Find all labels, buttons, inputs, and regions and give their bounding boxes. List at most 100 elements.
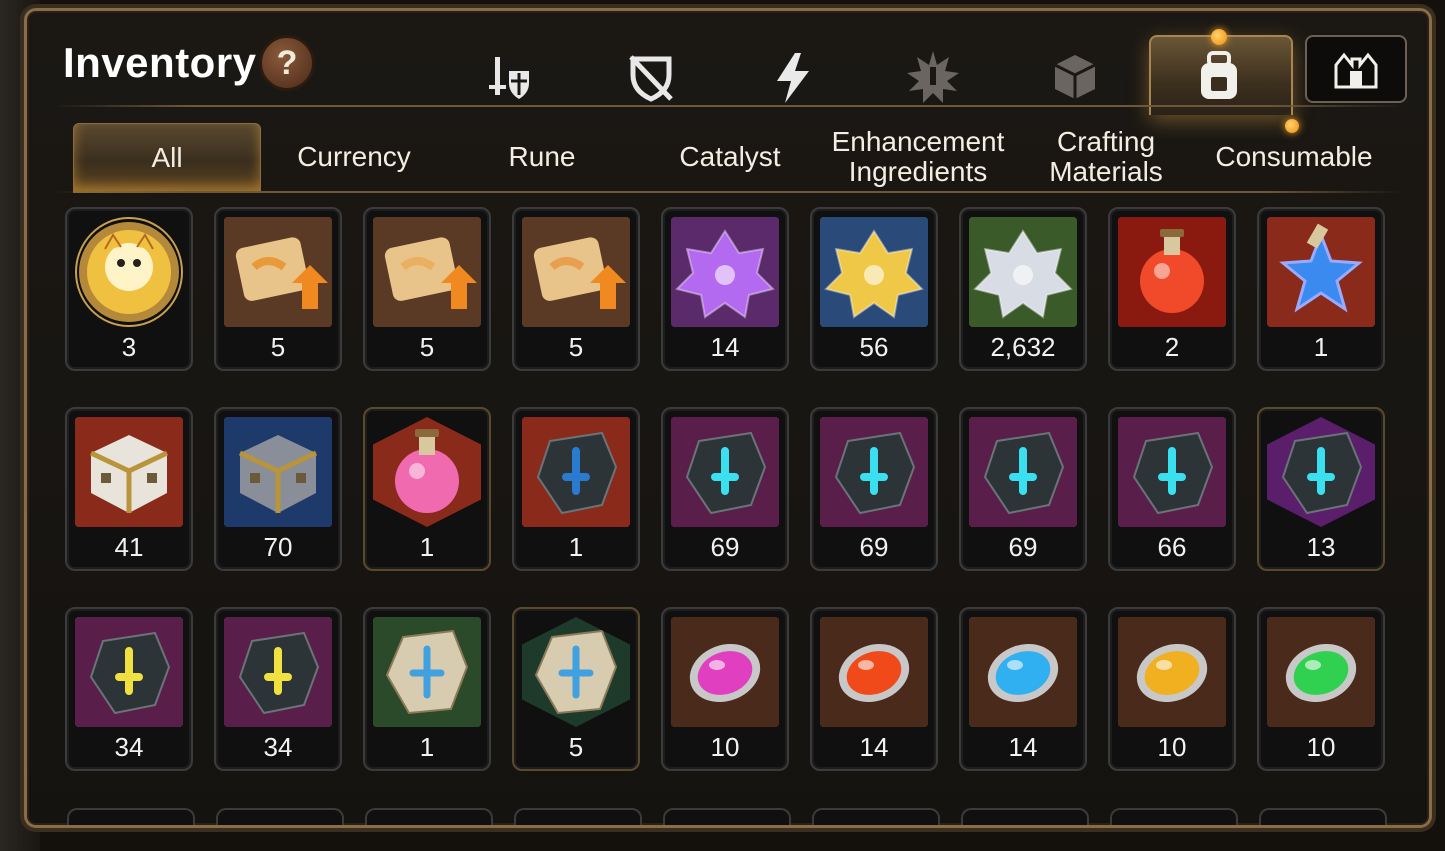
tab-catalyst[interactable]: Catalyst — [637, 123, 823, 191]
item-slot-silver-crystal[interactable]: 2,632 — [959, 207, 1087, 371]
item-slot-rune-bolt[interactable]: 34 — [214, 607, 342, 771]
orb-purple-icon — [671, 617, 779, 727]
item-slot-partial[interactable] — [365, 808, 493, 825]
tab-all[interactable]: All — [73, 123, 261, 193]
item-quantity: 14 — [710, 332, 740, 362]
lightning-icon[interactable] — [757, 41, 829, 113]
item-slot-rune-hammer[interactable]: 34 — [65, 607, 193, 771]
purple-crystal-icon — [671, 217, 779, 327]
rune-star-hex-icon — [1267, 417, 1375, 527]
item-slot-partial[interactable] — [1110, 808, 1238, 825]
item-slot-star-potion[interactable]: 1 — [1257, 207, 1385, 371]
item-slot-partial[interactable] — [514, 808, 642, 825]
item-slot-partial[interactable] — [1259, 808, 1387, 825]
gray-chest-icon — [224, 417, 332, 527]
item-slot-red-potion[interactable]: 2 — [1108, 207, 1236, 371]
item-slot-partial[interactable] — [663, 808, 791, 825]
item-slot-rune-sword[interactable]: 69 — [661, 407, 789, 571]
divider — [55, 105, 1401, 107]
item-quantity: 66 — [1157, 532, 1187, 562]
item-quantity: 1 — [568, 532, 584, 562]
rune-spiral-icon — [820, 417, 928, 527]
item-slot-white-chest[interactable]: 41 — [65, 407, 193, 571]
shield-cross-icon[interactable] — [615, 41, 687, 113]
item-quantity: 5 — [568, 732, 584, 762]
rune-bolt-icon — [224, 617, 332, 727]
blue-rune-stone-icon — [522, 417, 630, 527]
item-slot-gold-crystal[interactable]: 56 — [810, 207, 938, 371]
item-slot-rune-boot[interactable]: 66 — [1108, 407, 1236, 571]
orb-blue-icon — [969, 617, 1077, 727]
item-slot-partial[interactable] — [812, 808, 940, 825]
item-quantity: 5 — [270, 332, 286, 362]
gold-crystal-icon — [820, 217, 928, 327]
page-title: Inventory — [63, 39, 257, 86]
item-quantity: 13 — [1306, 532, 1336, 562]
item-slot-orb-blue[interactable]: 14 — [959, 607, 1087, 771]
item-quantity: 14 — [859, 732, 889, 762]
item-slot-stone-star-hex[interactable]: 5 — [512, 607, 640, 771]
silver-crystal-icon — [969, 217, 1077, 327]
backpack-icon[interactable] — [1183, 41, 1255, 113]
stone-star-hex-icon — [522, 617, 630, 727]
item-quantity: 70 — [263, 532, 293, 562]
red-potion-icon — [1118, 217, 1226, 327]
item-quantity: 10 — [1157, 732, 1187, 762]
item-quantity: 69 — [859, 532, 889, 562]
inventory-panel: Inventory ? All Currency Rune Catalyst E… — [24, 8, 1432, 828]
item-slot-orb-purple[interactable]: 10 — [661, 607, 789, 771]
item-quantity: 5 — [419, 332, 435, 362]
item-slot-pink-flask[interactable]: 1 — [363, 407, 491, 571]
equipment-icon[interactable] — [475, 41, 547, 113]
tab-enhancement-ingredients[interactable]: Enhancement Ingredients — [825, 123, 1011, 191]
tab-currency[interactable]: Currency — [261, 123, 447, 191]
item-slot-scroll-gold[interactable]: 5 — [512, 207, 640, 371]
item-slot-orb-green[interactable]: 10 — [1257, 607, 1385, 771]
pink-flask-icon — [373, 417, 481, 527]
cube-icon[interactable] — [1039, 41, 1111, 113]
castle-button[interactable] — [1305, 35, 1407, 103]
rune-hammer-icon — [75, 617, 183, 727]
tab-consumable[interactable]: Consumable — [1201, 123, 1387, 191]
item-quantity: 41 — [114, 532, 144, 562]
item-quantity: 10 — [710, 732, 740, 762]
item-slot-orb-yellow[interactable]: 10 — [1108, 607, 1236, 771]
orb-green-icon — [1267, 617, 1375, 727]
item-slot-blue-rune-stone[interactable]: 1 — [512, 407, 640, 571]
help-button[interactable]: ? — [259, 35, 315, 91]
scroll-rainbow-icon — [373, 217, 481, 327]
scroll-fire-icon — [224, 217, 332, 327]
item-slot-phantom-coin[interactable]: 3 — [65, 207, 193, 371]
item-slot-partial[interactable] — [67, 808, 195, 825]
divider — [55, 191, 1401, 193]
rune-sword-icon — [671, 417, 779, 527]
phantom-coin-icon — [75, 217, 183, 327]
item-slot-rune-spiral[interactable]: 69 — [810, 407, 938, 571]
item-quantity: 2 — [1164, 332, 1180, 362]
item-quantity: 5 — [568, 332, 584, 362]
item-quantity: 56 — [859, 332, 889, 362]
item-quantity: 14 — [1008, 732, 1038, 762]
item-slot-gray-chest[interactable]: 70 — [214, 407, 342, 571]
item-slot-partial[interactable] — [216, 808, 344, 825]
item-slot-purple-crystal[interactable]: 14 — [661, 207, 789, 371]
tab-rune[interactable]: Rune — [449, 123, 635, 191]
item-quantity: 1 — [1313, 332, 1329, 362]
item-quantity: 69 — [710, 532, 740, 562]
item-slot-rune-armor[interactable]: 69 — [959, 407, 1087, 571]
item-quantity: 34 — [263, 732, 293, 762]
splash-icon[interactable] — [897, 41, 969, 113]
item-slot-scroll-rainbow[interactable]: 5 — [363, 207, 491, 371]
item-slot-partial[interactable] — [961, 808, 1089, 825]
item-slot-stone-sword[interactable]: 1 — [363, 607, 491, 771]
item-quantity: 34 — [114, 732, 144, 762]
notification-dot — [1211, 29, 1227, 45]
castle-icon — [1334, 52, 1378, 89]
item-quantity: 69 — [1008, 532, 1038, 562]
tab-crafting-materials[interactable]: Crafting Materials — [1013, 123, 1199, 191]
item-quantity: 2,632 — [990, 332, 1056, 362]
item-slot-orb-red[interactable]: 14 — [810, 607, 938, 771]
rune-boot-icon — [1118, 417, 1226, 527]
item-slot-rune-star-hex[interactable]: 13 — [1257, 407, 1385, 571]
item-slot-scroll-fire[interactable]: 5 — [214, 207, 342, 371]
